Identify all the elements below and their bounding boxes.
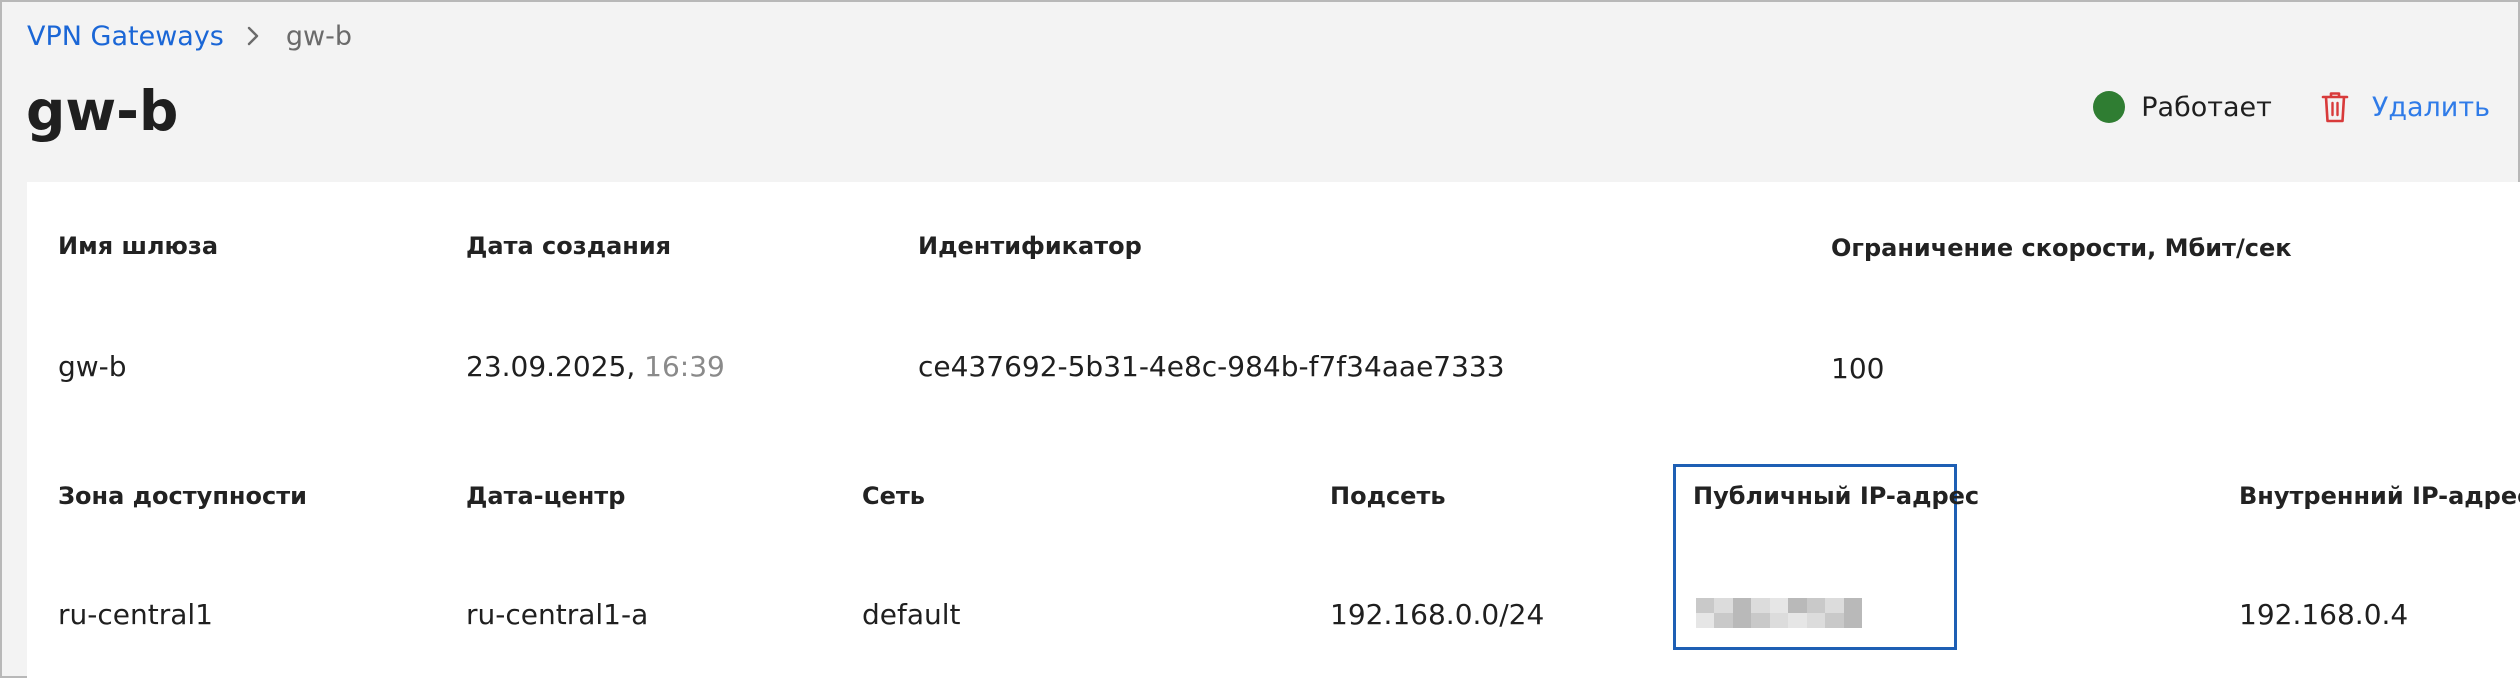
gateway-name-value: gw-b	[58, 350, 127, 383]
delete-button-label: Удалить	[2371, 91, 2490, 123]
speed-limit-label: Ограничение скорости, Мбит/сек	[1831, 234, 2292, 262]
breadcrumb: VPN Gateways gw-b	[27, 18, 352, 54]
created-time: 16:39	[644, 350, 725, 383]
breadcrumb-link-vpn-gateways[interactable]: VPN Gateways	[27, 21, 224, 52]
subnet-value: 192.168.0.0/24	[1330, 598, 1545, 631]
gateway-name-label: Имя шлюза	[58, 232, 219, 260]
breadcrumb-current: gw-b	[285, 20, 352, 52]
datacenter-label: Дата-центр	[466, 482, 626, 510]
internal-ip-value: 192.168.0.4	[2239, 598, 2409, 631]
public-ip-redacted-value	[1696, 598, 1862, 628]
page-title: gw-b	[26, 79, 179, 143]
identifier-label: Идентификатор	[918, 232, 1142, 260]
availability-zone-value: ru-central1	[58, 598, 213, 631]
gateway-details-card: Имя шлюза gw-b Дата создания 23.09.2025,…	[27, 182, 2520, 678]
status-dot-icon	[2093, 91, 2126, 123]
created-date-value: 23.09.2025, 16:39	[466, 350, 725, 383]
header-actions: Работает Удалить	[2093, 84, 2490, 130]
subnet-label: Подсеть	[1330, 482, 1446, 510]
created-date-label: Дата создания	[466, 232, 672, 260]
speed-limit-value: 100	[1831, 352, 1885, 385]
created-date: 23.09.2025,	[466, 350, 636, 383]
availability-zone-label: Зона доступности	[58, 482, 307, 510]
network-value: default	[862, 598, 961, 631]
public-ip-label: Публичный IP-адрес	[1693, 482, 1980, 510]
status-indicator: Работает	[2093, 91, 2272, 123]
delete-button[interactable]: Удалить	[2320, 90, 2490, 124]
datacenter-value: ru-central1-a	[466, 598, 649, 631]
network-label: Сеть	[862, 482, 925, 510]
identifier-value: ce437692-5b31-4e8c-984b-f7f34aae7333	[918, 350, 1505, 383]
internal-ip-label: Внутренний IP-адрес	[2239, 482, 2520, 510]
status-label: Работает	[2141, 91, 2272, 123]
trash-icon	[2321, 92, 2349, 123]
chevron-right-icon	[247, 26, 259, 46]
